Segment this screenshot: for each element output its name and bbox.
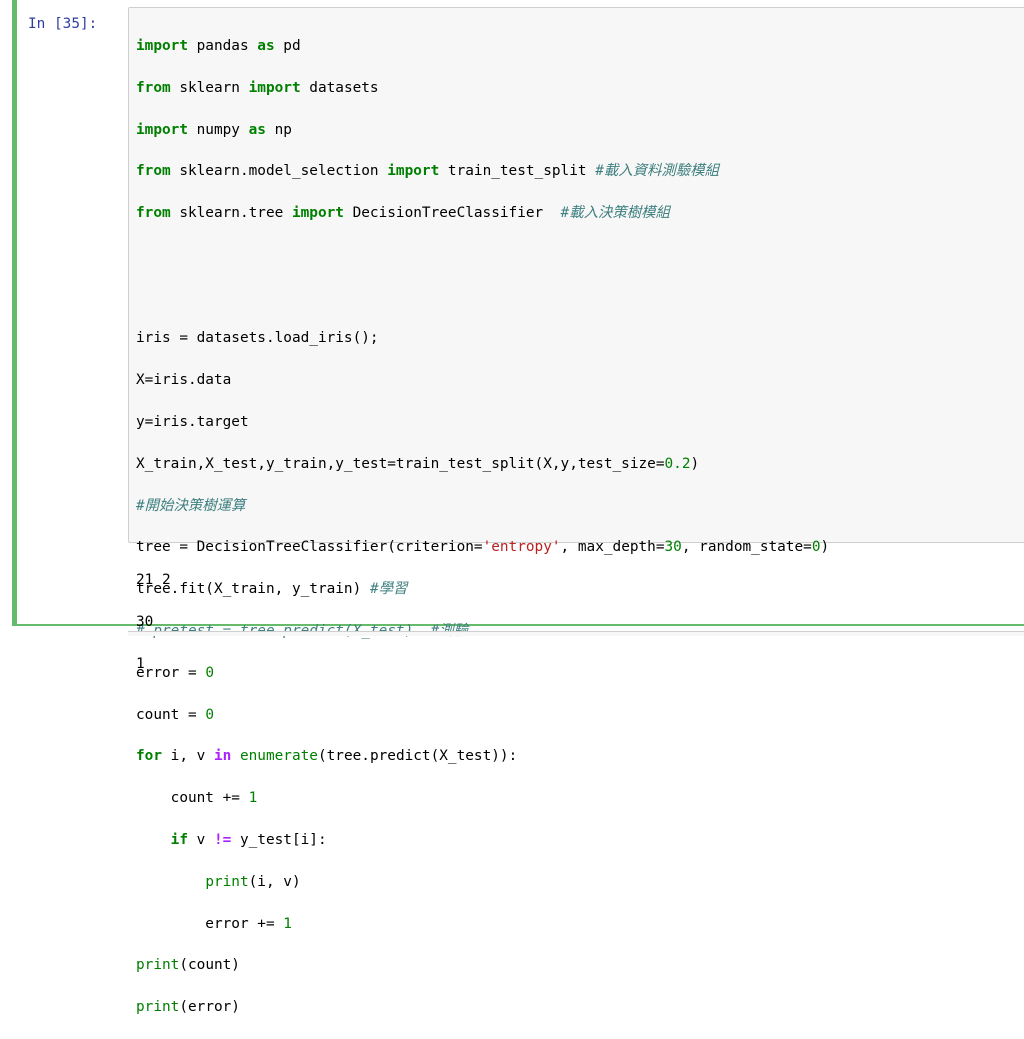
code-line: tree.fit(X_train, y_train) #學習 (136, 581, 408, 598)
code-line: iris = datasets.load_iris(); (136, 330, 379, 347)
code-line: count += 1 (136, 790, 258, 807)
code-line: import numpy as np (136, 121, 292, 138)
code-line: print(count) (136, 957, 240, 974)
code-line: y=iris.target (136, 414, 249, 431)
output-line: 1 (136, 656, 145, 672)
next-cell[interactable] (128, 631, 1024, 636)
code-line: error = 0 (136, 664, 214, 681)
code-line: X_train,X_test,y_train,y_test=train_test… (136, 455, 700, 472)
code-line: error += 1 (136, 915, 292, 932)
output-line: 21 2 (136, 572, 171, 588)
code-line: if v != y_test[i]: (170, 832, 327, 849)
code-editor[interactable]: import pandas as pd from sklearn import … (136, 15, 829, 1039)
code-line: from sklearn.model_selection import trai… (136, 163, 719, 180)
cell-output: 21 2 30 1 (136, 549, 171, 696)
input-prompt: In [35]: (28, 16, 98, 32)
code-line: tree = DecisionTreeClassifier(criterion=… (136, 539, 830, 556)
comment-line: #開始決策樹運算 (136, 497, 246, 514)
code-line: print(error) (136, 999, 240, 1016)
code-line: from sklearn.tree import DecisionTreeCla… (136, 205, 670, 222)
code-line: X=iris.data (136, 372, 232, 389)
code-line: for i, v in enumerate(tree.predict(X_tes… (136, 748, 518, 765)
code-line: print(i, v) (205, 873, 301, 890)
code-line: count = 0 (136, 706, 214, 723)
code-line: import pandas as pd (136, 37, 301, 54)
code-line: from sklearn import datasets (136, 79, 379, 96)
output-line: 30 (136, 614, 154, 630)
